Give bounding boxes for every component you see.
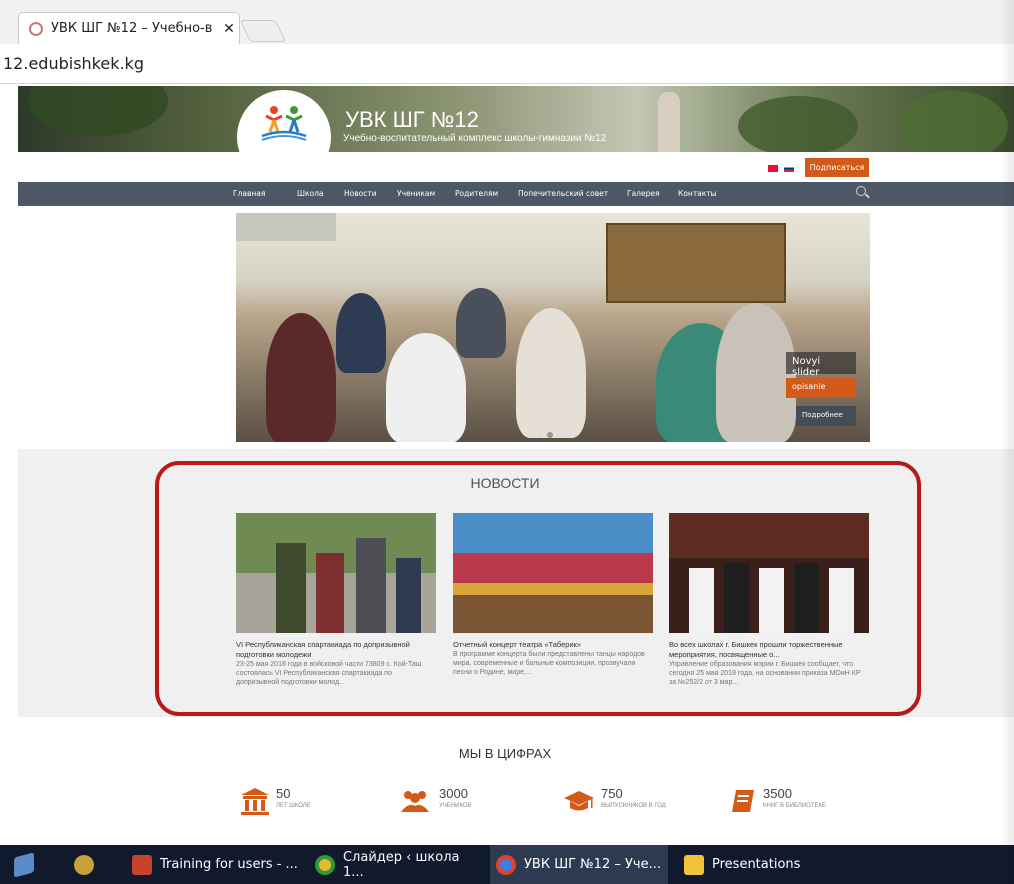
highlight-annotation xyxy=(155,461,921,716)
person xyxy=(456,288,506,358)
stat-value: 3500 xyxy=(763,786,792,801)
hero-slider-image[interactable] xyxy=(236,213,870,442)
site-subtitle: Учебно-воспитательный комплекс школы-гим… xyxy=(343,133,607,144)
favicon-icon xyxy=(29,21,43,36)
window-edge xyxy=(1000,0,1014,884)
stat-label: ЛЕТ ШКОЛЕ xyxy=(276,803,311,809)
powerpoint-icon xyxy=(132,854,152,875)
book-icon xyxy=(732,790,754,812)
address-bar[interactable]: 12.edubishkek.kg xyxy=(0,44,1014,84)
slider-dot[interactable] xyxy=(557,432,563,438)
chrome-icon xyxy=(315,854,335,875)
stat-label: ВЫПУСКНИКОВ В ГОД xyxy=(601,803,666,809)
taskbar-item-label: УВК ШГ №12 – Уче... xyxy=(524,857,661,872)
slide-caption: opisanie xyxy=(786,378,856,398)
taskbar-item-label: Presentations xyxy=(712,857,801,872)
browser-tab[interactable]: УВК ШГ №12 – Учебно-в ✕ xyxy=(18,12,240,44)
nav-item-contacts[interactable]: Контакты xyxy=(678,182,717,206)
logo-children-icon xyxy=(261,106,307,141)
tab-title: УВК ШГ №12 – Учебно-в xyxy=(51,21,213,36)
folder-icon xyxy=(684,854,704,875)
graduation-cap-icon xyxy=(564,791,594,811)
person xyxy=(716,303,796,442)
whiteboard xyxy=(236,213,336,241)
nav-item-students[interactable]: Ученикам xyxy=(397,182,435,206)
site-title[interactable]: УВК ШГ №12 xyxy=(345,107,479,133)
nav-item-home[interactable]: Главная xyxy=(233,182,265,206)
bookshelf xyxy=(606,223,786,303)
stat-value: 50 xyxy=(276,786,291,801)
flag-kg-icon[interactable] xyxy=(768,165,778,172)
taskbar-paint-icon[interactable] xyxy=(74,845,102,884)
subscribe-button[interactable]: Подписаться xyxy=(805,158,869,177)
taskbar-item-label: Слайдер ‹ школа 1... xyxy=(342,849,460,880)
person xyxy=(336,293,386,373)
slider-dot[interactable] xyxy=(547,432,553,438)
app-icon xyxy=(14,851,34,878)
flag-ru-icon[interactable] xyxy=(784,165,794,172)
taskbar-item-powerpoint[interactable]: Training for users - ... xyxy=(128,845,303,884)
paint-icon xyxy=(74,854,94,875)
stat-value: 750 xyxy=(601,786,623,801)
url-text[interactable]: 12.edubishkek.kg xyxy=(3,54,144,73)
nav-item-parents[interactable]: Родителям xyxy=(455,182,498,206)
taskbar-item-chrome-active[interactable]: УВК ШГ №12 – Уче... xyxy=(490,845,668,884)
taskbar-item-label: Training for users - ... xyxy=(160,857,298,872)
building-icon xyxy=(241,788,269,815)
person xyxy=(266,313,336,442)
stats-heading: МЫ В ЦИФРАХ xyxy=(458,746,552,761)
stat-value: 3000 xyxy=(439,786,468,801)
nav-item-gallery[interactable]: Галерея xyxy=(627,182,659,206)
search-icon[interactable] xyxy=(856,186,866,196)
taskbar-item-chrome[interactable]: Слайдер ‹ школа 1... xyxy=(309,845,484,884)
slide-title: Novyi slider xyxy=(786,352,856,378)
stat-label: КНИГ В БИБЛИОТЕКЕ xyxy=(763,803,826,809)
stat-label: УЧЕНИКОВ xyxy=(439,803,472,809)
taskbar-app-icon[interactable] xyxy=(14,845,42,884)
person xyxy=(516,308,586,438)
chrome-icon xyxy=(496,854,516,875)
people-icon xyxy=(401,791,429,812)
taskbar-item-folder[interactable]: Presentations xyxy=(678,845,828,884)
nav-item-board[interactable]: Попечительский совет xyxy=(518,182,608,206)
close-tab-icon[interactable]: ✕ xyxy=(219,21,239,37)
slider-dot[interactable] xyxy=(567,432,573,438)
nav-item-school[interactable]: Школа xyxy=(297,182,324,206)
slide-more-button[interactable]: Подробнее xyxy=(796,406,856,426)
slider-dot[interactable] xyxy=(537,432,543,438)
nav-item-news[interactable]: Новости xyxy=(344,182,377,206)
person xyxy=(386,333,466,442)
